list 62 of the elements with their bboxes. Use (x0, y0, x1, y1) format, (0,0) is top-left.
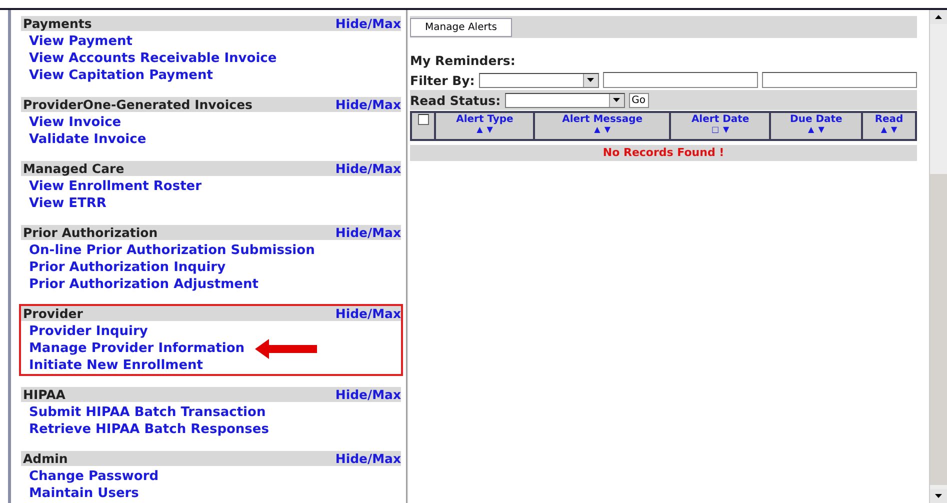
section-title: Managed Care (23, 161, 124, 176)
menu-link[interactable]: Change Password (29, 469, 159, 484)
section-title: Admin (23, 451, 68, 466)
menu-link[interactable]: Prior Authorization Inquiry (29, 260, 226, 275)
column-header[interactable]: Alert Date (691, 114, 750, 125)
hide-max-link[interactable]: Hide/Max (335, 306, 402, 321)
scrollbar[interactable] (929, 10, 947, 503)
menu-link[interactable]: View Accounts Receivable Invoice (29, 51, 277, 66)
menu-link[interactable]: View Enrollment Roster (29, 179, 202, 194)
menu-link[interactable]: Initiate New Enrollment (29, 358, 204, 373)
section-title: Prior Authorization (23, 225, 158, 240)
hide-max-link[interactable]: Hide/Max (335, 161, 402, 176)
sort-mark[interactable]: ▲ (476, 125, 483, 135)
menu-link[interactable]: View Payment (29, 34, 132, 49)
scroll-up-icon[interactable] (935, 15, 942, 19)
go-button[interactable]: Go (628, 92, 648, 108)
column-header[interactable]: Alert Type (456, 114, 514, 125)
section-title: Provider (23, 306, 83, 321)
sort-mark[interactable]: ▼ (818, 125, 824, 135)
sort-mark[interactable]: ▼ (891, 125, 898, 135)
manage-alerts-tab[interactable]: Manage Alerts (410, 18, 512, 36)
column-header[interactable]: Due Date (790, 114, 842, 125)
menu-link[interactable]: Validate Invoice (29, 132, 146, 147)
scroll-down-icon[interactable] (935, 494, 942, 498)
menu-link[interactable]: Submit HIPAA Batch Transaction (29, 405, 266, 420)
section-title: HIPAA (23, 387, 66, 402)
filter-field[interactable] (762, 72, 918, 88)
sort-mark[interactable]: ▼ (604, 125, 610, 135)
menu-link[interactable]: Manage Provider Information (29, 341, 245, 356)
menu-link[interactable]: View ETRR (29, 196, 106, 211)
sort-mark[interactable]: ▲ (880, 125, 888, 135)
filter-label: Filter By: (410, 72, 475, 88)
menu-link[interactable]: View Invoice (29, 115, 122, 130)
column-header[interactable]: Alert Message (562, 114, 643, 125)
menu-link[interactable]: On-line Prior Authorization Submission (29, 243, 315, 258)
menu-link[interactable]: Prior Authorization Adjustment (29, 277, 258, 292)
select-all-checkbox[interactable] (418, 114, 429, 125)
hide-max-link[interactable]: Hide/Max (335, 97, 402, 112)
menu-link[interactable]: Provider Inquiry (29, 324, 148, 339)
hide-max-link[interactable]: Hide/Max (335, 387, 402, 402)
reminders-label: My Reminders: (410, 52, 516, 68)
read-status-dropdown[interactable] (504, 92, 625, 108)
hide-max-link[interactable]: Hide/Max (335, 16, 402, 31)
menu-link[interactable]: Maintain Users (29, 486, 139, 501)
section-title: Payments (23, 16, 92, 31)
column-header[interactable]: Read (874, 114, 904, 125)
dropdown-arrow-icon[interactable] (613, 98, 620, 102)
sort-mark[interactable]: ▲ (808, 125, 814, 135)
hide-max-link[interactable]: Hide/Max (335, 451, 402, 466)
filter-dropdown[interactable] (478, 72, 599, 88)
sort-mark[interactable]: ▼ (723, 125, 730, 135)
empty-message: No Records Found ! (410, 145, 918, 161)
menu-link[interactable]: Retrieve HIPAA Batch Responses (29, 422, 269, 437)
section-title: ProviderOne-Generated Invoices (23, 97, 252, 112)
hide-max-link[interactable]: Hide/Max (335, 225, 402, 240)
sort-mark[interactable]: ▲ (594, 125, 600, 135)
read-status-label: Read Status: (410, 92, 501, 108)
menu-link[interactable]: View Capitation Payment (29, 68, 213, 83)
sort-mark[interactable]: ▼ (486, 125, 493, 135)
filter-field[interactable] (602, 72, 758, 88)
dropdown-arrow-icon[interactable] (587, 78, 594, 82)
sort-mark[interactable]: □ (711, 125, 720, 135)
